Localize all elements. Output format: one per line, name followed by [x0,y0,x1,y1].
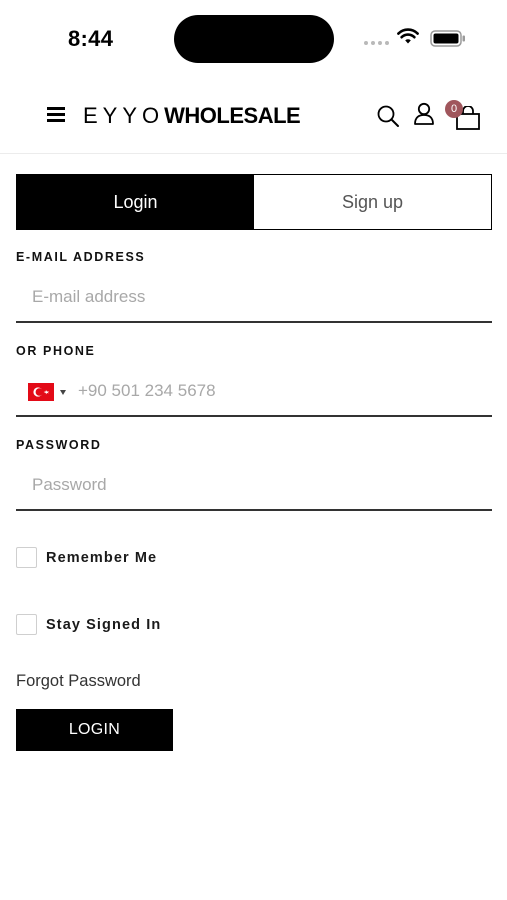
forgot-password-link[interactable]: Forgot Password [16,672,141,691]
remember-me-label: Remember Me [46,549,158,566]
app-header: EYYOWHOLESALE 0 [0,80,507,154]
stay-signed-in-row[interactable]: Stay Signed In [16,614,161,635]
battery-icon [430,30,465,47]
search-icon[interactable] [376,104,400,128]
login-button[interactable]: LOGIN [16,709,173,751]
stay-signed-in-label: Stay Signed In [46,616,162,633]
user-icon[interactable] [413,102,435,126]
password-field-wrapper [16,463,492,511]
email-label: E-MAIL ADDRESS [16,250,146,264]
phone-field-wrapper [16,369,492,417]
remember-me-checkbox[interactable] [16,547,37,568]
password-label: PASSWORD [16,438,102,452]
status-bar: 8:44 [0,0,507,78]
cellular-signal-icon [364,41,389,45]
remember-me-row[interactable]: Remember Me [16,547,157,568]
turkey-flag-icon[interactable] [28,383,54,401]
auth-tabs: Login Sign up [16,174,492,230]
wifi-icon [397,28,419,44]
email-field-wrapper [16,275,492,323]
phone-input[interactable] [78,377,468,405]
tab-login[interactable]: Login [17,175,254,229]
cart-button[interactable]: 0 [445,100,483,130]
brand-logo[interactable]: EYYOWHOLESALE [83,103,301,128]
cart-count-badge: 0 [445,100,463,118]
country-dropdown-icon[interactable] [60,390,66,395]
menu-icon[interactable] [47,107,65,123]
status-time: 8:44 [68,26,114,51]
brand-logo-light: EYYO [83,103,165,128]
stay-signed-in-checkbox[interactable] [16,614,37,635]
password-input[interactable] [32,471,472,499]
brand-logo-bold: WHOLESALE [164,103,301,128]
tab-signup[interactable]: Sign up [254,175,491,229]
dynamic-island [174,15,334,63]
email-input[interactable] [32,283,472,311]
phone-label: OR PHONE [16,344,96,358]
